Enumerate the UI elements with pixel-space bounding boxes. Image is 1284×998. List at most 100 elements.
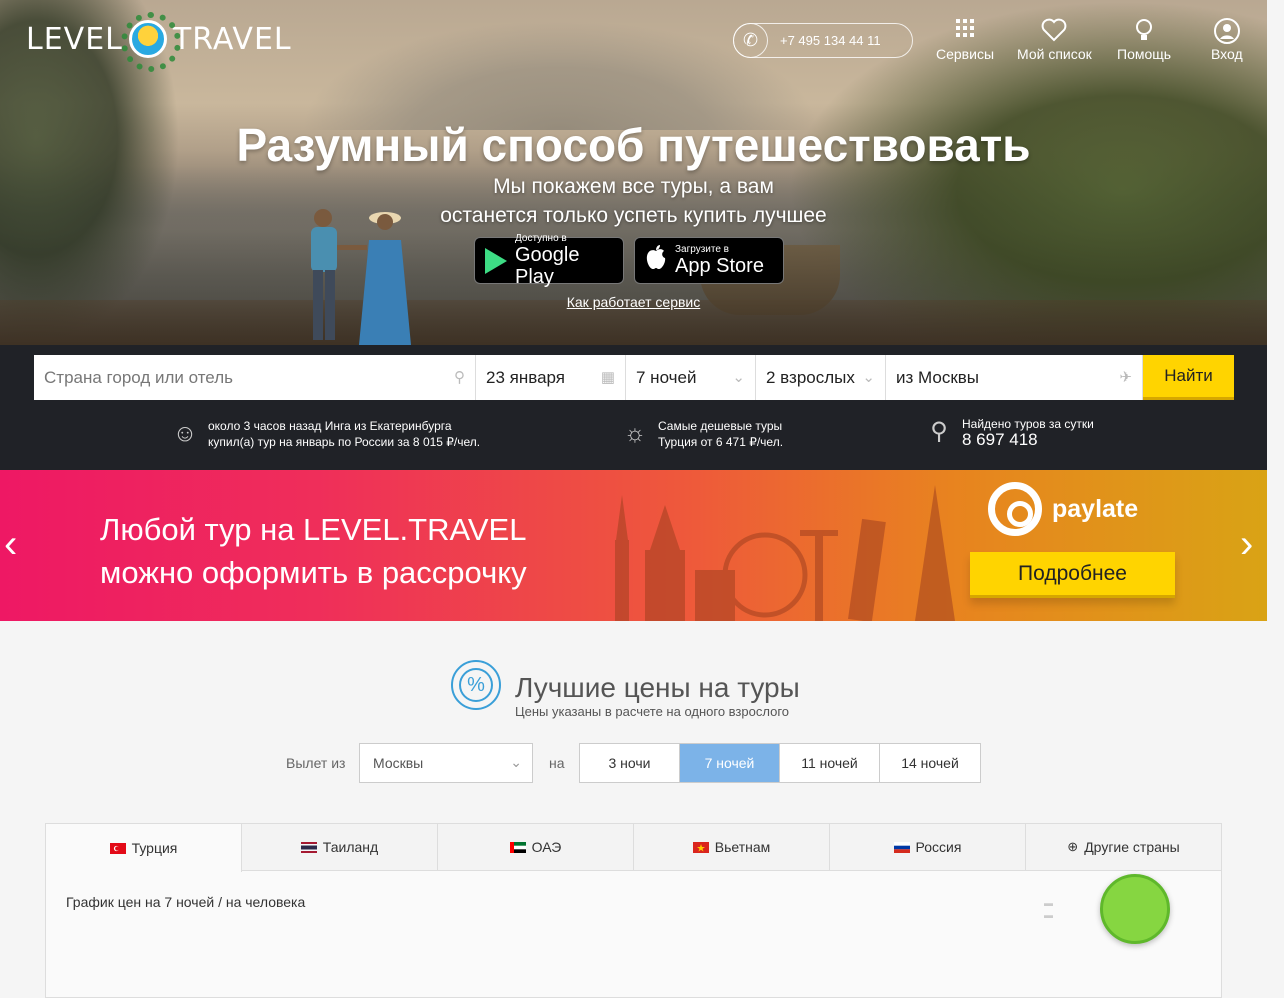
uae-flag-icon: [509, 841, 526, 853]
hero-title: Разумный способ путешествовать: [236, 119, 1031, 171]
tab-turkey[interactable]: Турция: [46, 824, 242, 872]
nights-field[interactable]: 7 ночей ⌄: [626, 355, 756, 400]
paylate-logo: paylate: [988, 482, 1138, 536]
recent-line1: около 3 часов назад Инга из Екатеринбург…: [208, 419, 452, 433]
chat-widget-button[interactable]: [1100, 874, 1170, 944]
turkey-flag-icon: [109, 842, 126, 854]
promo-line2: можно оформить в рассрочку: [100, 555, 527, 590]
chevron-down-icon: ⌄: [862, 369, 875, 386]
date-value: 23 января: [486, 367, 565, 387]
na-label: на: [549, 755, 565, 771]
google-play-big: Google Play: [515, 244, 580, 288]
promo-line1: Любой тур на LEVEL.TRAVEL: [100, 512, 527, 547]
search-icon: ⚲: [454, 369, 465, 386]
logo-text-left: LEVEL: [26, 21, 123, 57]
logo-text-right: TRAVEL: [172, 21, 292, 57]
tab-vietnam-label: Вьетнам: [714, 839, 771, 855]
hero-subtitle-line1: Мы покажем все туры, а вам: [493, 175, 774, 198]
app-store-small: Загрузите в: [675, 244, 729, 255]
sun-sea-icon: ☼: [624, 420, 646, 447]
adults-value: 2 взрослых: [766, 367, 855, 387]
more-button[interactable]: Подробнее: [970, 552, 1175, 598]
nav-services[interactable]: Сервисы: [936, 18, 994, 62]
promo-prev-arrow[interactable]: ‹: [4, 522, 17, 567]
best-prices-title: Лучшие цены на туры: [515, 672, 800, 703]
cheap-line2: Турция от 6 471 ₽/чел.: [658, 435, 784, 449]
cheap-line1: Самые дешевые туры: [658, 419, 783, 433]
tab-vietnam[interactable]: Вьетнам: [634, 824, 830, 870]
departure-label: Вылет из: [286, 755, 346, 771]
departure-select[interactable]: Москвы ⌄: [359, 743, 533, 783]
nav-login-label: Вход: [1211, 46, 1243, 62]
destination-input[interactable]: Страна город или отель ⚲: [34, 355, 476, 400]
best-prices-subtitle: Цены указаны в расчете на одного взросло…: [515, 704, 790, 719]
nights-option-7[interactable]: 7 ночей: [680, 744, 780, 782]
nav-help[interactable]: Помощь: [1117, 18, 1171, 62]
nights-option-14[interactable]: 14 ночей: [880, 744, 980, 782]
grid-icon: [955, 18, 975, 42]
tab-thailand[interactable]: Таиланд: [242, 824, 438, 870]
tab-russia[interactable]: Россия: [830, 824, 1026, 870]
nav-my-list[interactable]: Мой список: [1017, 18, 1092, 62]
chevron-down-icon: ⌄: [510, 754, 522, 770]
google-play-small: Доступно в: [515, 233, 567, 244]
tab-other-countries[interactable]: ⊕ Другие страны: [1026, 824, 1221, 870]
app-store-button[interactable]: Загрузите в App Store: [634, 237, 784, 284]
departure-select-value: Москвы: [373, 755, 424, 771]
logo-sun-icon: [120, 12, 181, 72]
phone-number: +7 495 134 44 11: [780, 33, 881, 48]
google-play-button[interactable]: Доступно в Google Play: [474, 233, 624, 288]
hero-banner: LEVEL TRAVEL ✆ +7 495 134 44 11 Сервисы …: [0, 0, 1267, 345]
price-chart-label: График цен на 7 ночей / на человека: [66, 894, 306, 910]
departure-field[interactable]: из Москвы ✈: [886, 355, 1143, 400]
nights-option-11[interactable]: 11 ночей: [780, 744, 880, 782]
country-tabs: Турция Таиланд ОАЭ Вьетнам Россия ⊕ Друг…: [46, 824, 1221, 872]
lightbulb-icon: [1134, 18, 1154, 42]
hero-subtitle: Мы покажем все туры, а вам останется тол…: [0, 172, 1267, 230]
hero-subtitle-line2: останется только успеть купить лучшее: [440, 204, 827, 227]
recent-line2: купил(а) тур на январь по России за 8 01…: [208, 435, 481, 449]
tab-russia-label: Россия: [915, 839, 962, 855]
find-button[interactable]: Найти: [1143, 355, 1234, 400]
tab-uae[interactable]: ОАЭ: [438, 824, 634, 870]
promo-banner[interactable]: ‹ Любой тур на LEVEL.TRAVEL можно оформи…: [0, 470, 1267, 621]
paylate-brand: paylate: [1052, 494, 1139, 523]
nav-login[interactable]: Вход: [1211, 18, 1243, 62]
chevron-down-icon: ⌄: [732, 369, 745, 386]
promo-next-arrow[interactable]: ›: [1240, 522, 1253, 567]
recent-purchase-info: ☺ около 3 часов назад Инга из Екатеринбу…: [172, 418, 480, 450]
app-store-big: App Store: [675, 255, 764, 277]
tab-thailand-label: Таиланд: [322, 839, 379, 855]
plane-icon: ✈: [1119, 369, 1132, 386]
tab-turkey-label: Турция: [131, 840, 178, 856]
date-field[interactable]: 23 января ▦: [476, 355, 626, 400]
adults-field[interactable]: 2 взрослых ⌄: [756, 355, 886, 400]
google-play-icon: [485, 247, 507, 274]
landmarks-skyline-image: [615, 485, 955, 621]
tab-uae-label: ОАЭ: [531, 839, 562, 855]
calendar-icon: ▦: [600, 369, 615, 386]
chart-legend: ▬ ▬: [1044, 898, 1053, 920]
tab-other-label: Другие страны: [1084, 839, 1180, 855]
found-count: 8 697 418: [962, 430, 1038, 449]
thailand-flag-icon: [300, 841, 317, 853]
found-tours-info: ⚲ Найдено туров за сутки 8 697 418: [926, 416, 1094, 448]
phone-button[interactable]: ✆ +7 495 134 44 11: [733, 23, 913, 58]
user-icon: [1213, 18, 1240, 44]
nav-my-list-label: Мой список: [1017, 46, 1092, 62]
how-it-works-link[interactable]: Как работает сервис: [0, 294, 1267, 310]
logo[interactable]: LEVEL TRAVEL: [26, 12, 292, 72]
nav-help-label: Помощь: [1117, 46, 1172, 62]
dancing-person-icon: ☺: [172, 420, 198, 447]
heart-icon: [1041, 18, 1067, 42]
promo-text: Любой тур на LEVEL.TRAVEL можно оформить…: [100, 508, 527, 594]
globe-icon: ⊕: [1067, 839, 1079, 854]
nav-services-label: Сервисы: [936, 46, 995, 62]
destination-placeholder: Страна город или отель: [44, 367, 233, 387]
search-icon: ⚲: [930, 418, 948, 445]
cheapest-tours-info[interactable]: ☼ Самые дешевые туры Турция от 6 471 ₽/ч…: [622, 418, 783, 450]
nights-value: 7 ночей: [636, 367, 697, 387]
paylate-icon: [988, 482, 1042, 536]
percent-badge-icon: %: [451, 660, 501, 710]
nights-option-3[interactable]: 3 ночи: [580, 744, 680, 782]
